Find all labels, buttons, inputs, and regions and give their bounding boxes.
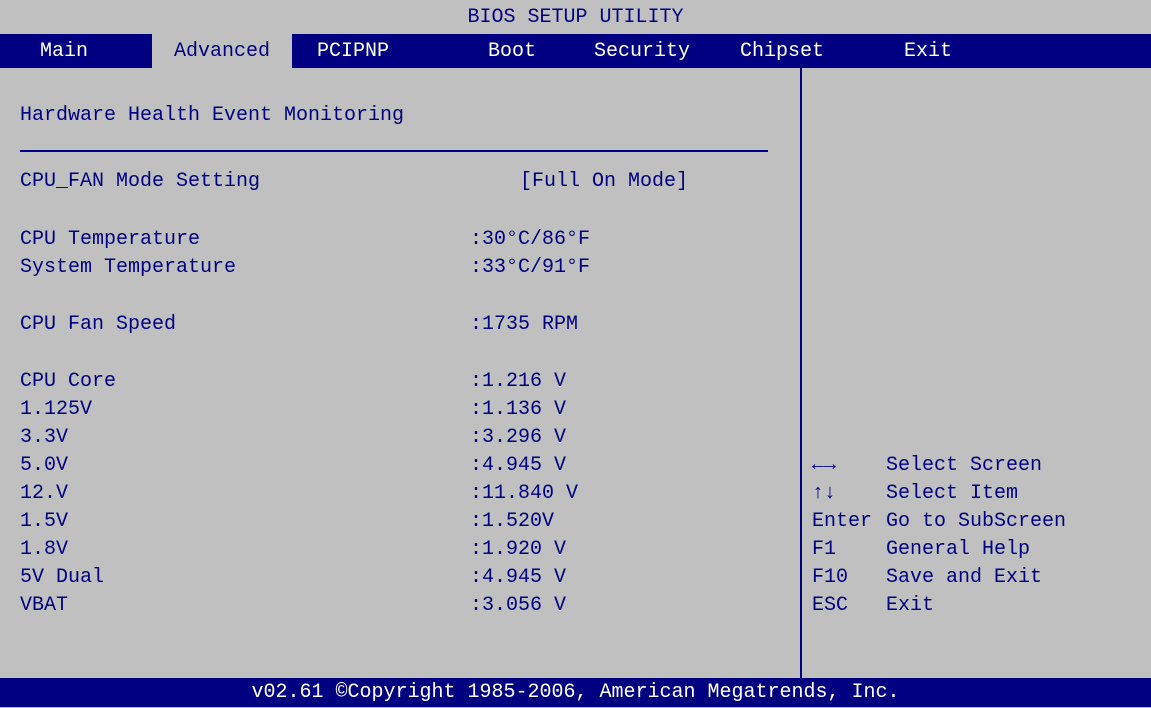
reading-label: VBAT (20, 594, 69, 617)
help-key: Enter (812, 510, 873, 533)
help-key: ESC (812, 594, 849, 617)
reading-value: :4.945 V (470, 566, 567, 589)
reading-label: 12.V (20, 482, 69, 505)
reading-label: 5.0V (20, 454, 69, 477)
reading-value: :1735 RPM (470, 313, 579, 336)
left-right-arrow-icon: ←→ (812, 454, 837, 477)
reading-row: CPU Fan Speed :1735 RPM (20, 313, 780, 341)
reading-row: System Temperature :33°C/91°F (20, 256, 780, 284)
reading-value: :3.296 V (470, 426, 567, 449)
tab-pcipnp[interactable]: PCIPNP (292, 34, 414, 68)
reading-label: System Temperature (20, 256, 237, 279)
help-desc: Exit (886, 594, 935, 617)
help-desc: Select Item (886, 482, 1019, 505)
menu-bar: Main Advanced PCIPNP Boot Security Chips… (0, 34, 1151, 68)
reading-value: :1.136 V (470, 398, 567, 421)
help-select-screen: ←→ Select Screen (812, 454, 1142, 482)
reading-row: VBAT :3.056 V (20, 594, 780, 622)
fan-mode-value[interactable]: [Full On Mode] (520, 170, 688, 193)
section-title: Hardware Health Event Monitoring (20, 104, 405, 127)
reading-row: 5V Dual :4.945 V (20, 566, 780, 594)
reading-row: 3.3V :3.296 V (20, 426, 780, 454)
help-f10: F10 Save and Exit (812, 566, 1142, 594)
help-desc: General Help (886, 538, 1031, 561)
reading-label: 1.5V (20, 510, 69, 533)
fan-mode-setting[interactable]: CPU_FAN Mode Setting [Full On Mode] (20, 170, 780, 198)
tab-chipset[interactable]: Chipset (712, 34, 852, 68)
tab-advanced[interactable]: Advanced (152, 34, 292, 68)
help-desc: Select Screen (886, 454, 1043, 477)
reading-value: :30°C/86°F (470, 228, 591, 251)
help-esc: ESC Exit (812, 594, 1142, 622)
reading-row: 1.5V :1.520V (20, 510, 780, 538)
tab-boot[interactable]: Boot (462, 34, 562, 68)
reading-value: :1.920 V (470, 538, 567, 561)
reading-label: CPU Temperature (20, 228, 201, 251)
tab-security[interactable]: Security (572, 34, 712, 68)
help-desc: Go to SubScreen (886, 510, 1067, 533)
reading-value: :3.056 V (470, 594, 567, 617)
copyright-footer: v02.61 ©Copyright 1985-2006, American Me… (0, 678, 1151, 707)
reading-value: :11.840 V (470, 482, 579, 505)
reading-value: :1.520V (470, 510, 555, 533)
bios-title: BIOS SETUP UTILITY (0, 0, 1151, 34)
panel-divider (800, 68, 802, 678)
help-key: F1 (812, 538, 837, 561)
reading-value: :1.216 V (470, 370, 567, 393)
reading-value: :33°C/91°F (470, 256, 591, 279)
reading-row: 1.125V :1.136 V (20, 398, 780, 426)
reading-row: CPU Core :1.216 V (20, 370, 780, 398)
reading-label: 3.3V (20, 426, 69, 449)
reading-label: 1.8V (20, 538, 69, 561)
tab-main[interactable]: Main (14, 34, 114, 68)
help-f1: F1 General Help (812, 538, 1142, 566)
tab-exit[interactable]: Exit (888, 34, 968, 68)
reading-value: :4.945 V (470, 454, 567, 477)
reading-row: 5.0V :4.945 V (20, 454, 780, 482)
help-select-item: ↑↓ Select Item (812, 482, 1142, 510)
reading-row: 12.V :11.840 V (20, 482, 780, 510)
reading-row: CPU Temperature :30°C/86°F (20, 228, 780, 256)
up-down-arrow-icon: ↑↓ (812, 482, 837, 505)
help-desc: Save and Exit (886, 566, 1043, 589)
reading-label: CPU Core (20, 370, 117, 393)
help-key: F10 (812, 566, 849, 589)
fan-mode-label: CPU_FAN Mode Setting (20, 170, 261, 193)
reading-label: CPU Fan Speed (20, 313, 177, 336)
reading-label: 5V Dual (20, 566, 105, 589)
reading-row: 1.8V :1.920 V (20, 538, 780, 566)
section-divider (20, 150, 768, 152)
help-enter: Enter Go to SubScreen (812, 510, 1142, 538)
reading-label: 1.125V (20, 398, 93, 421)
